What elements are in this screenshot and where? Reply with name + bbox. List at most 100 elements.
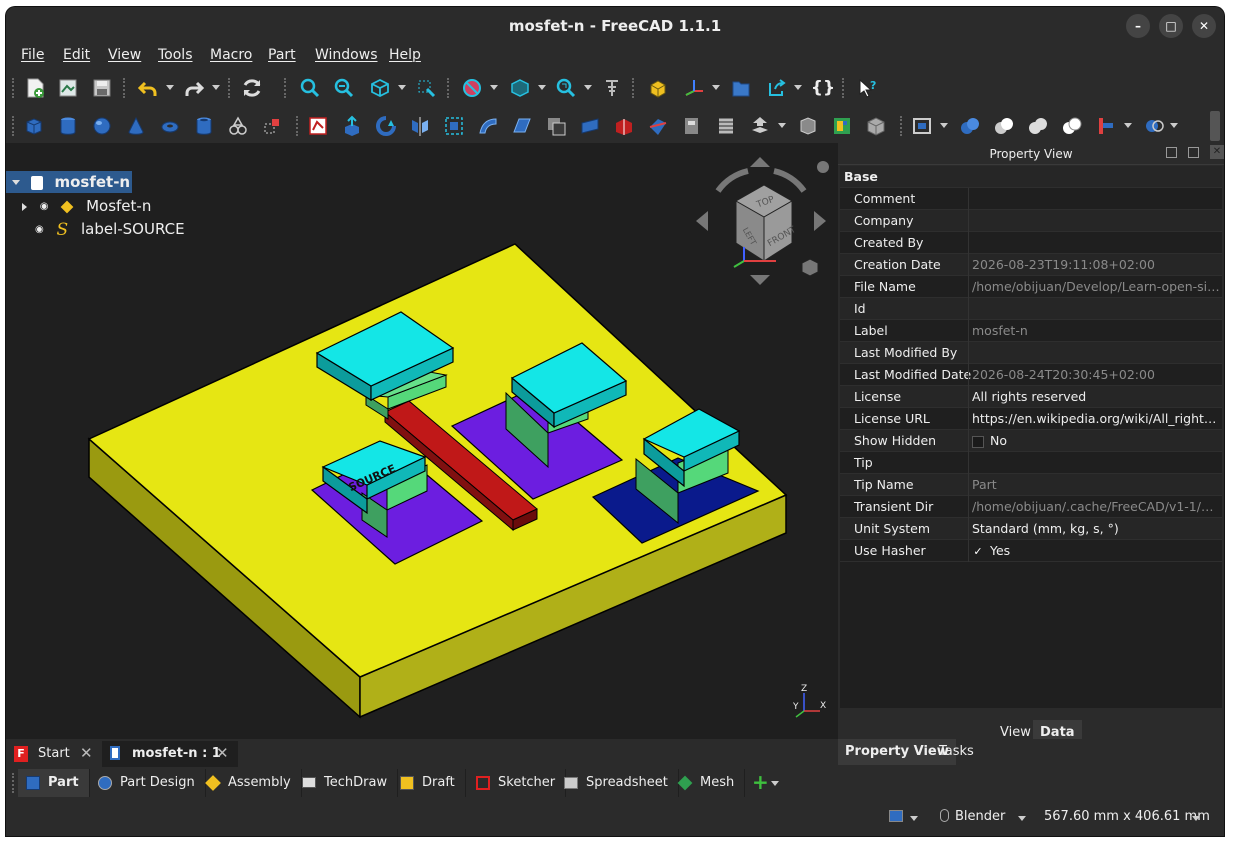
measure-dropdown-arrow[interactable]: [584, 85, 592, 90]
maximize-button[interactable]: □: [1159, 14, 1183, 38]
property-value[interactable]: /home/obijuan/.cache/FreeCAD/v1-1/Cach..…: [972, 496, 1220, 518]
whats-this-button[interactable]: ?: [854, 74, 882, 102]
fillet-button[interactable]: [440, 112, 468, 140]
common-button[interactable]: [1058, 112, 1086, 140]
view-style-dropdown-arrow[interactable]: [910, 816, 918, 821]
property-value[interactable]: /home/obijuan/Develop/Learn-open-silico.…: [972, 276, 1220, 298]
property-value[interactable]: Standard (mm, kg, s, °): [972, 518, 1220, 540]
menu-help[interactable]: Help: [389, 47, 421, 63]
redo-dropdown-arrow[interactable]: [212, 85, 220, 90]
cut-button[interactable]: [990, 112, 1018, 140]
standard-views-button[interactable]: [366, 74, 394, 102]
dock-float-icon[interactable]: [1166, 147, 1177, 158]
clip-plane-button[interactable]: [598, 74, 626, 102]
sweep-button[interactable]: [746, 112, 774, 140]
property-value[interactable]: 2026-08-23T19:11:08+02:00: [972, 254, 1220, 276]
toolbar-grip[interactable]: [284, 78, 288, 98]
bounding-box-button[interactable]: [506, 74, 534, 102]
dock-close-icon[interactable]: ✕: [1210, 145, 1224, 159]
nav-arrow-left-icon[interactable]: [696, 211, 708, 231]
compound-tools-button[interactable]: [908, 112, 936, 140]
close-tab-icon[interactable]: ✕: [216, 744, 229, 762]
nav-arrow-up-icon[interactable]: [750, 157, 770, 167]
draw-style-button[interactable]: [458, 74, 486, 102]
property-row[interactable]: Label mosfet-n: [840, 320, 1222, 342]
expand-arrow-icon[interactable]: [12, 180, 20, 185]
property-row[interactable]: License URL https://en.wikipedia.org/wiki…: [840, 408, 1222, 430]
sweep-dropdown-arrow[interactable]: [778, 123, 786, 128]
property-row[interactable]: Created By: [840, 232, 1222, 254]
cube-button[interactable]: [20, 112, 48, 140]
nav-menu-icon[interactable]: [817, 161, 829, 173]
datum-dropdown-arrow[interactable]: [712, 85, 720, 90]
compound-button[interactable]: [828, 112, 856, 140]
menu-part[interactable]: Part: [268, 47, 296, 63]
rotate-left-icon[interactable]: [715, 168, 749, 193]
refresh-button[interactable]: [238, 74, 266, 102]
property-value[interactable]: Part: [972, 474, 1220, 496]
ruled-surface-button[interactable]: [678, 112, 706, 140]
standard-views-dropdown-arrow[interactable]: [398, 85, 406, 90]
property-value[interactable]: https://en.wikipedia.org/wiki/All_rights…: [972, 408, 1220, 430]
property-row[interactable]: Unit System Standard (mm, kg, s, °): [840, 518, 1222, 540]
menu-file[interactable]: File: [21, 47, 44, 63]
property-row[interactable]: Id: [840, 298, 1222, 320]
property-row[interactable]: File Name/home/obijuan/Develop/Learn-ope…: [840, 276, 1222, 298]
property-row[interactable]: Use Hasher ✓ Yes: [840, 540, 1222, 562]
units-dropdown-arrow[interactable]: [1192, 816, 1200, 821]
undo-dropdown-arrow[interactable]: [166, 85, 174, 90]
tree-item-label-source[interactable]: ◉ S label-SOURCE: [35, 218, 185, 240]
property-value[interactable]: mosfet-n: [972, 320, 1220, 342]
compound-tools-dropdown-arrow[interactable]: [940, 123, 948, 128]
dock-restore-icon[interactable]: [1188, 147, 1199, 158]
loft-button[interactable]: [712, 112, 740, 140]
mirror-button[interactable]: [406, 112, 434, 140]
thickness-button[interactable]: [576, 112, 604, 140]
create-group-button[interactable]: [727, 74, 755, 102]
toolbar-grip[interactable]: [123, 78, 127, 98]
toolbar-grip[interactable]: [12, 78, 16, 98]
toolbar-grip[interactable]: [632, 78, 636, 98]
toolbar-overflow-handle[interactable]: [1210, 111, 1220, 141]
bounding-box-dropdown-arrow[interactable]: [538, 85, 546, 90]
property-value[interactable]: 2026-08-24T20:30:45+02:00: [972, 364, 1220, 386]
create-part-button[interactable]: [644, 74, 672, 102]
property-row[interactable]: Last Modified Date 2026-08-24T20:30:45+02…: [840, 364, 1222, 386]
undo-button[interactable]: [134, 74, 162, 102]
close-window-button[interactable]: ✕: [1192, 14, 1216, 38]
boolean-button[interactable]: [956, 112, 984, 140]
extrude-button[interactable]: [338, 112, 366, 140]
minimize-button[interactable]: –: [1126, 14, 1150, 38]
join-features-button[interactable]: [1092, 112, 1120, 140]
tab-document[interactable]: mosfet-n : 1 ✕: [102, 741, 238, 767]
tree-item-mosfet[interactable]: ◉ Mosfet-n: [22, 195, 151, 217]
cone-button[interactable]: [122, 112, 150, 140]
shape-builder-button[interactable]: [258, 112, 286, 140]
toolbar-grip[interactable]: [447, 78, 451, 98]
open-document-button[interactable]: [54, 74, 82, 102]
redo-button[interactable]: [180, 74, 208, 102]
chamfer-button[interactable]: [474, 112, 502, 140]
section-button[interactable]: [644, 112, 672, 140]
tube-button[interactable]: [190, 112, 218, 140]
workbench-sketcher[interactable]: Sketcher: [468, 769, 567, 797]
link-dropdown-arrow[interactable]: [794, 85, 802, 90]
property-row[interactable]: Tip Name Part: [840, 474, 1222, 496]
navigation-cube[interactable]: TOP FRONT LEFT: [692, 151, 832, 291]
workbench-techdraw[interactable]: TechDraw: [294, 769, 399, 797]
python-console-button[interactable]: {}: [809, 74, 837, 102]
new-document-button[interactable]: [21, 74, 49, 102]
join-features-dropdown-arrow[interactable]: [1124, 123, 1132, 128]
toolbar-grip[interactable]: [900, 116, 904, 136]
splitting-button[interactable]: [1140, 112, 1168, 140]
toolbar-grip[interactable]: [228, 78, 232, 98]
navigation-style-dropdown-arrow[interactable]: [1018, 816, 1026, 821]
splitting-dropdown-arrow[interactable]: [1170, 123, 1178, 128]
shape-from-mesh-button[interactable]: [862, 112, 890, 140]
workbench-part-design[interactable]: Part Design: [90, 769, 206, 797]
property-row[interactable]: Show Hidden No: [840, 430, 1222, 452]
nav-arrow-right-icon[interactable]: [814, 211, 826, 231]
toolbar-grip[interactable]: [296, 116, 300, 136]
visibility-eye-icon[interactable]: ◉: [40, 196, 49, 218]
offset-button[interactable]: [542, 112, 570, 140]
